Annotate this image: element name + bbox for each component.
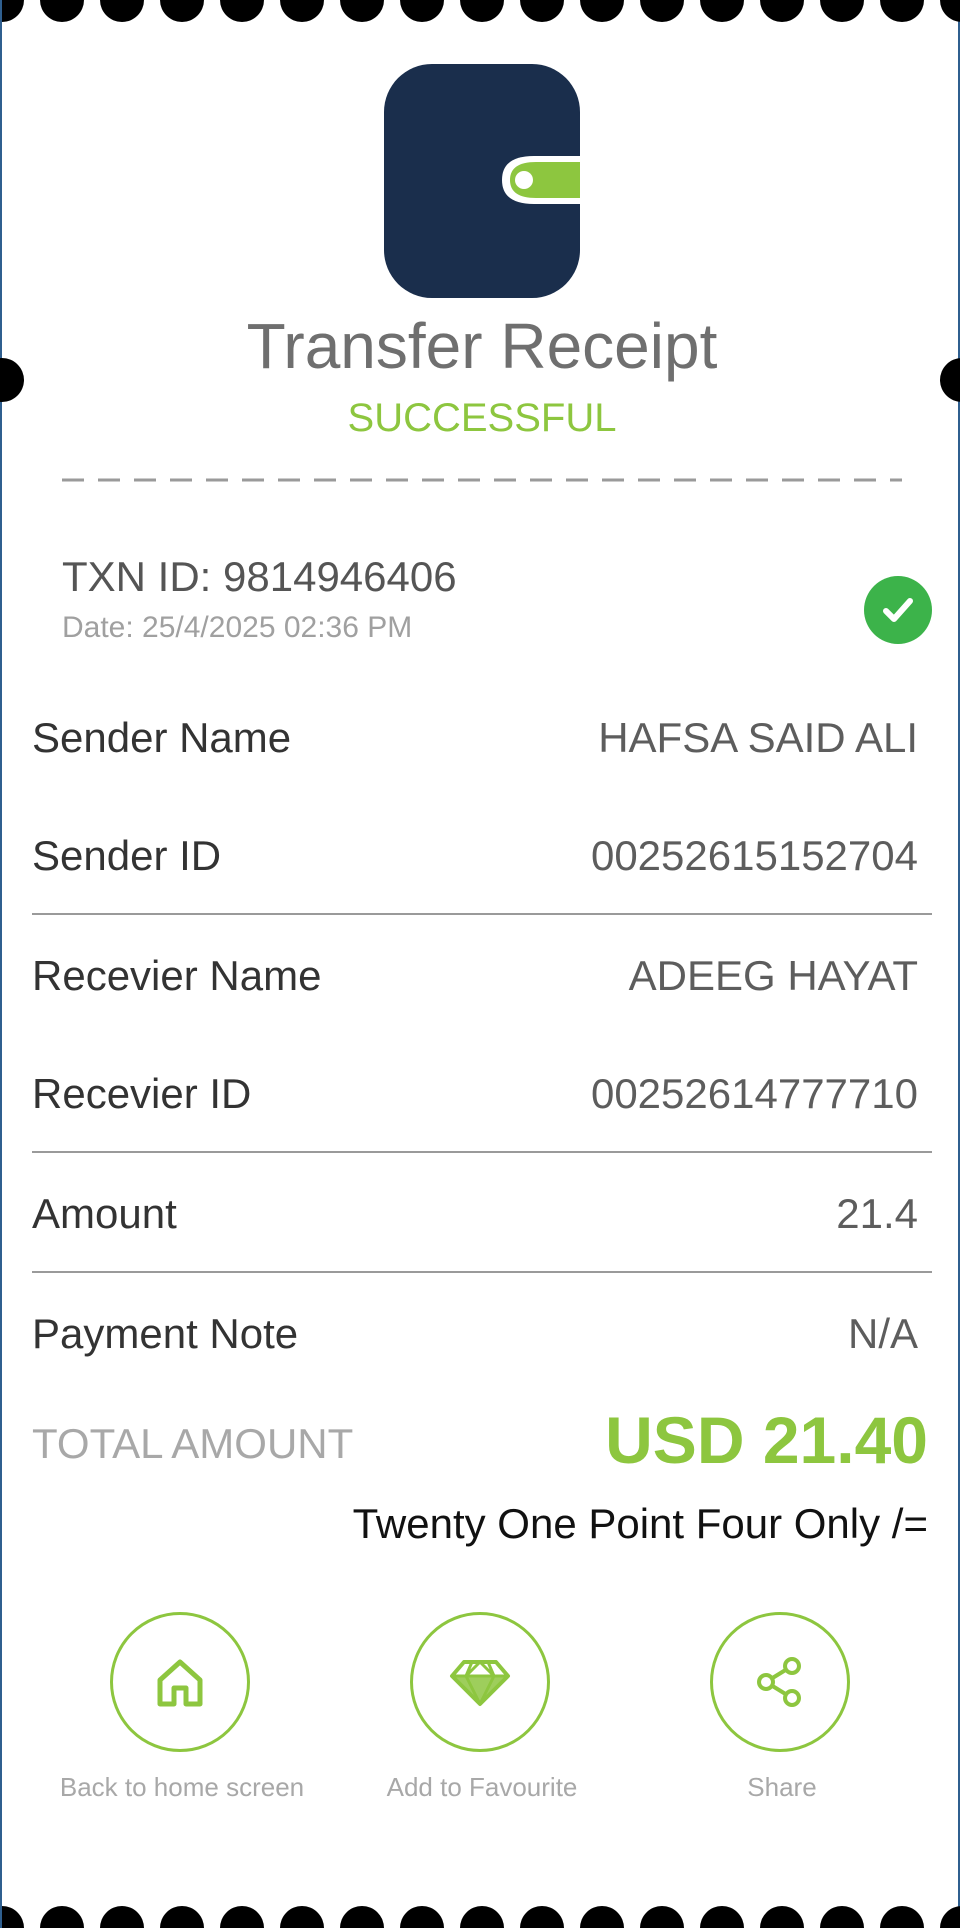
back-to-home-label: Back to home screen	[59, 1772, 305, 1802]
wallet-logo-icon	[384, 64, 580, 298]
status-label: SUCCESSFUL	[347, 396, 617, 440]
diamond-icon	[450, 1660, 510, 1706]
back-to-home-button[interactable]: Back to home screen	[32, 1612, 332, 1812]
sender-id-value: 00252615152704	[590, 832, 918, 879]
receiver-name-row: Recevier Name ADEEG HAYAT	[32, 946, 932, 1006]
home-icon	[157, 1659, 203, 1707]
share-icon	[757, 1657, 801, 1707]
perforated-top-edge	[2, 0, 960, 22]
home-button-circle[interactable]	[110, 1612, 250, 1752]
receiver-id-row: Recevier ID 00252614777710	[32, 1064, 932, 1124]
favourite-button-circle[interactable]	[410, 1612, 550, 1752]
amount-in-words: Twenty One Point Four Only /=	[352, 1500, 928, 1547]
section-divider	[32, 1271, 932, 1273]
share-label: Share	[747, 1772, 817, 1802]
sender-id-label: Sender ID	[32, 832, 222, 879]
amount-row: Amount 21.4	[32, 1184, 932, 1244]
amount-label: Amount	[32, 1190, 177, 1237]
sender-id-row: Sender ID 00252615152704	[32, 826, 932, 886]
section-divider	[32, 1151, 932, 1153]
payment-note-label: Payment Note	[32, 1310, 299, 1357]
perforated-bottom-edge	[2, 1906, 960, 1928]
transaction-id: TXN ID: 9814946406	[62, 553, 457, 600]
receiver-name-value: ADEEG HAYAT	[628, 952, 918, 999]
total-amount-value: USD 21.40	[605, 1403, 928, 1477]
share-button-circle[interactable]	[710, 1612, 850, 1752]
dashed-divider	[62, 478, 902, 482]
receiver-name-label: Recevier Name	[32, 952, 322, 999]
section-divider	[32, 913, 932, 915]
share-button[interactable]: Share	[632, 1612, 932, 1812]
total-amount-label: TOTAL AMOUNT	[32, 1420, 354, 1467]
success-check-icon	[864, 576, 932, 644]
receipt-card: Transfer Receipt SUCCESSFUL TXN ID: 9814…	[0, 0, 960, 1928]
transaction-date: Date: 25/4/2025 02:36 PM	[62, 611, 413, 644]
receiver-id-value: 00252614777710	[590, 1070, 918, 1117]
add-to-favourite-button[interactable]: Add to Favourite	[332, 1612, 632, 1812]
sender-name-row: Sender Name HAFSA SAID ALI	[32, 708, 932, 768]
receiver-id-label: Recevier ID	[32, 1070, 252, 1117]
payment-note-value: N/A	[847, 1310, 918, 1357]
sender-name-value: HAFSA SAID ALI	[598, 714, 918, 761]
page-title: Transfer Receipt	[246, 310, 718, 382]
sender-name-label: Sender Name	[32, 714, 292, 761]
payment-note-row: Payment Note N/A	[32, 1304, 932, 1364]
add-to-favourite-label: Add to Favourite	[386, 1772, 578, 1802]
amount-value: 21.4	[836, 1190, 918, 1237]
